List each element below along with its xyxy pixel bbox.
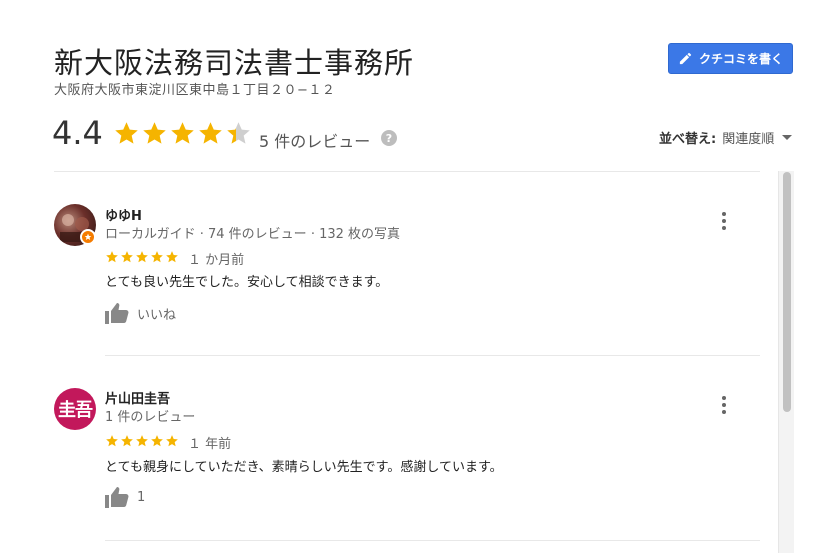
write-review-label: クチコミを書く: [698, 52, 783, 66]
like-label: いいね: [137, 307, 177, 323]
sort-label: 並べ替え:: [659, 132, 717, 147]
review-text: とても良い先生でした。安心して相談できます。: [105, 275, 389, 290]
star-icon: [121, 435, 133, 447]
divider: [54, 171, 760, 172]
thumbs-up-icon: [105, 487, 129, 508]
place-title: 新大阪法務司法書士事務所: [54, 46, 415, 80]
star-icon: [106, 435, 118, 447]
star-icon: [115, 122, 138, 144]
star-icon: [84, 233, 92, 240]
like-button[interactable]: いいね: [105, 302, 176, 324]
caret-down-icon: [782, 135, 793, 140]
review-count[interactable]: 5 件のレビュー: [259, 128, 370, 152]
star-icon: [166, 251, 178, 263]
star-icon: [136, 435, 148, 447]
review-author[interactable]: 片山田圭吾: [105, 388, 170, 407]
review-author[interactable]: ゆゆH: [105, 205, 142, 224]
like-button[interactable]: 1: [105, 486, 145, 508]
star-icon: [151, 251, 163, 263]
average-rating: 4.4: [52, 114, 103, 152]
star-icon: [121, 251, 133, 263]
place-address: 大阪府大阪市東淀川区東中島１丁目２０−１２: [54, 83, 336, 98]
star-icon: [227, 122, 250, 144]
thumbs-up-icon: [105, 303, 129, 324]
avatar[interactable]: 圭吾: [54, 388, 96, 430]
divider: [105, 355, 760, 356]
more-options-icon[interactable]: [716, 211, 732, 231]
star-icon: [136, 251, 148, 263]
divider: [105, 540, 760, 541]
pencil-icon: [679, 52, 692, 65]
local-guide-badge: [80, 229, 96, 245]
review-author-meta: 1 件のレビュー: [105, 410, 196, 425]
scrollbar-thumb[interactable]: [783, 172, 791, 412]
review-text: とても親身にしていただき、素晴らしい先生です。感謝しています。: [105, 460, 503, 475]
review-time: １ か月前: [188, 253, 245, 268]
like-count: 1: [137, 489, 146, 505]
sort-value: 関連度順: [722, 132, 775, 147]
review-time: １ 年前: [188, 437, 232, 452]
review-stars: [105, 250, 179, 264]
star-icon: [151, 435, 163, 447]
star-icon: [199, 122, 222, 144]
star-icon: [106, 251, 118, 263]
sort-dropdown[interactable]: 並べ替え: 関連度順: [659, 128, 793, 147]
average-rating-stars: [113, 120, 252, 147]
star-icon: [171, 122, 194, 144]
star-icon: [166, 435, 178, 447]
review-author-meta: ローカルガイド · 74 件のレビュー · 132 枚の写真: [105, 227, 401, 242]
review-stars: [105, 434, 179, 448]
more-options-icon[interactable]: [716, 395, 732, 415]
star-icon: [143, 122, 166, 144]
help-icon[interactable]: ?: [381, 130, 397, 146]
write-review-button[interactable]: クチコミを書く: [668, 43, 793, 74]
